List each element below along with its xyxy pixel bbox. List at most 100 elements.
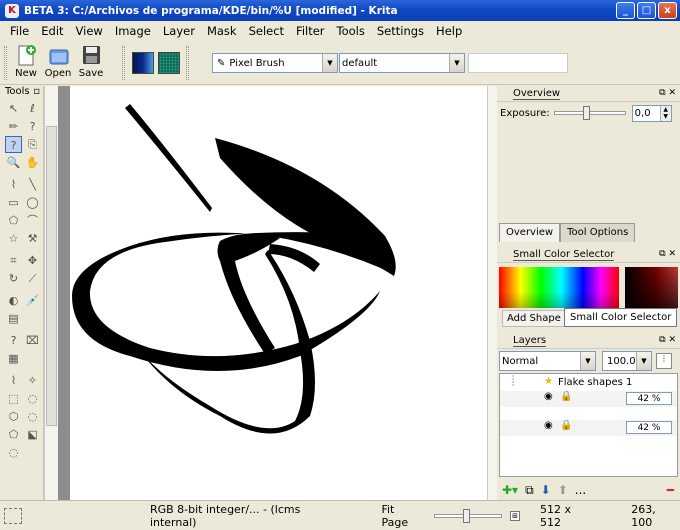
layer-item[interactable]: ◉ 🔒 42 % [500,391,677,407]
layer-opacity-field[interactable]: 42 % [626,392,672,405]
select-ellipse-icon[interactable]: ◌ [24,390,41,407]
menu-edit[interactable]: Edit [35,24,69,38]
measure-tool-icon[interactable]: ⌧ [24,332,41,349]
lock-icon[interactable]: 🔒 [560,391,572,402]
brush-extra-field[interactable] [468,53,568,73]
star-tool-icon[interactable]: ☆ [5,230,22,247]
freehand-tool-icon[interactable]: ⌇ [5,176,22,193]
layer-item[interactable]: ◉ 🔒 42 % [500,420,677,436]
crop-tool-icon[interactable]: ⌗ [5,252,22,269]
drawing-canvas[interactable] [70,86,487,500]
slider-knob[interactable] [582,106,590,120]
remove-layer-icon[interactable]: ━ [667,483,674,497]
saturation-value-square[interactable] [625,267,678,308]
menu-filter[interactable]: Filter [290,24,330,38]
menu-file[interactable]: File [4,24,35,38]
menu-mask[interactable]: Mask [201,24,243,38]
layer-opacity-field[interactable]: 42 % [626,421,672,434]
canvas-area[interactable] [58,86,494,500]
eye-visibility-icon[interactable]: ◉ [544,420,553,431]
grid-tool-icon[interactable]: ▦ [5,350,22,367]
text-help-icon[interactable]: ? [24,118,41,135]
tab-overview[interactable]: Overview [499,223,561,242]
exposure-spinbox[interactable]: 0,0 ▲ ▼ [631,104,672,122]
fill-bucket-icon[interactable]: ◐ [5,292,22,309]
minimize-button[interactable]: _ [616,2,635,19]
menu-tools[interactable]: Tools [331,24,371,38]
select-polygon-icon[interactable]: ⬡ [5,408,22,425]
zoom-fit-icon[interactable]: ⊞ [510,510,520,521]
tab-tool-options[interactable]: Tool Options [560,223,636,242]
polyline-tool-icon[interactable]: ⌒ [24,212,41,229]
move-tool-icon[interactable]: ✥ [24,252,41,269]
close-button[interactable]: x [658,2,677,19]
polygon-tool-icon[interactable]: ⬠ [5,212,22,229]
rotate-tool-icon[interactable]: ↻ [5,270,22,287]
left-scrollbar[interactable] [44,86,58,500]
dock-float-close-icon[interactable]: ⧉ ✕ [659,249,676,259]
arrow-up-icon[interactable]: ⬆ [558,483,568,497]
krita-app-icon[interactable]: K [5,3,19,18]
toolbar-grip-2[interactable] [122,46,125,80]
dock-float-icon[interactable]: ▫ [33,86,40,100]
foreground-color-swatch[interactable] [132,52,154,74]
preset-select[interactable]: default ▼ [339,53,465,73]
zoom-tool-icon[interactable]: 🔍 [5,154,22,171]
menu-view[interactable]: View [70,24,109,38]
dock-float-close-icon[interactable]: ⧉ ✕ [659,335,676,345]
select-contiguous-icon[interactable]: ⬠ [5,426,22,443]
open-button[interactable]: Open [42,44,74,79]
add-layer-icon[interactable]: ✚▾ [502,483,518,497]
opacity-select[interactable]: 100.00 ▼ [602,351,652,371]
layer-list[interactable]: ┊ ★ Flake shapes 1 ◉ 🔒 42 % ◉ 🔒 42 % [499,373,678,477]
dock-float-close-icon[interactable]: ⧉ ✕ [659,88,676,98]
toolbar-grip[interactable] [4,46,7,80]
pan-hand-icon[interactable]: ✋ [24,154,41,171]
zoom-slider[interactable] [434,508,503,523]
dynamic-brush-icon[interactable]: ⚒ [24,230,41,247]
exposure-slider[interactable] [553,106,626,120]
add-shape-button[interactable]: Add Shape [502,310,566,327]
perspective-help-icon[interactable]: ? [5,332,22,349]
eye-visibility-icon[interactable]: ◉ [544,391,553,402]
background-color-swatch[interactable] [158,52,180,74]
select-arrow-icon[interactable]: ↖ [5,100,22,117]
new-button[interactable]: New [10,44,42,79]
lock-icon[interactable]: 🔒 [560,420,572,431]
ellipse-tool-icon[interactable]: ◯ [24,194,41,211]
arrow-down-icon[interactable]: ⬇ [541,483,551,497]
brush-tool-icon[interactable]: ✏ [5,118,22,135]
transform-tool-icon[interactable]: ⟋ [24,270,41,287]
select-brush-icon[interactable]: ⌇ [5,372,22,389]
color-picker-icon[interactable]: 💉 [24,292,41,309]
help-tool-icon[interactable]: ? [5,136,22,153]
save-button[interactable]: Save [75,44,107,79]
duplicate-tool-icon[interactable]: ⎘ [24,136,41,153]
slider-knob[interactable] [463,508,471,523]
blend-mode-select[interactable]: Normal ▼ [499,351,596,371]
layer-item[interactable]: ┊ ★ Flake shapes 1 [500,376,677,392]
layer-properties-more[interactable]: ... [575,483,586,497]
select-wand-icon[interactable]: ✧ [24,372,41,389]
menu-help[interactable]: Help [430,24,468,38]
right-scrollbar[interactable] [487,86,497,500]
path-tool-icon[interactable]: ℓ [24,100,41,117]
brush-select[interactable]: ✎ Pixel Brush ▼ [212,53,338,73]
line-tool-icon[interactable]: ╲ [24,176,41,193]
menu-settings[interactable]: Settings [371,24,430,38]
select-similar-icon[interactable]: ⬕ [24,426,41,443]
rectangle-tool-icon[interactable]: ▭ [5,194,22,211]
maximize-button[interactable]: □ [637,2,656,19]
menu-layer[interactable]: Layer [157,24,201,38]
toolbar-grip-3[interactable] [186,46,189,80]
hue-spectrum[interactable] [499,267,619,308]
duplicate-layer-icon[interactable]: ⧉ [525,483,534,498]
select-path-icon[interactable]: ◌ [5,444,22,461]
menu-image[interactable]: Image [109,24,157,38]
spin-arrows-icon[interactable]: ▲ ▼ [659,105,671,121]
menu-select[interactable]: Select [243,24,290,38]
gradient-tool-icon[interactable]: ▤ [5,310,22,327]
scrollbar-thumb[interactable] [46,126,57,426]
select-rect-icon[interactable]: ⬚ [5,390,22,407]
layer-menu-icon[interactable]: ⋮ [656,353,672,369]
